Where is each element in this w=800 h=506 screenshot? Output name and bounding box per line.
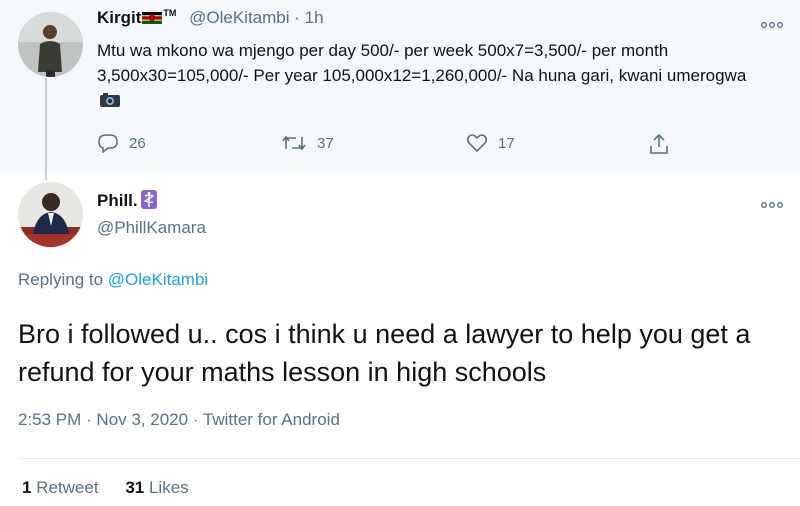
parent-header: Kirgit TM @OleKitambi · 1h xyxy=(97,8,324,28)
medical-symbol-icon xyxy=(140,190,157,209)
kenya-flag-icon xyxy=(142,9,163,24)
parent-more-icon[interactable] xyxy=(760,17,784,28)
parent-display-name[interactable]: Kirgit xyxy=(97,8,141,27)
replying-prefix: Replying to xyxy=(18,270,104,289)
retweet-icon xyxy=(282,135,306,151)
retweet-count: 37 xyxy=(317,134,334,152)
tweet-timestamp[interactable]: 2:53 PM · Nov 3, 2020 · Twitter for Andr… xyxy=(18,410,340,430)
heart-icon xyxy=(466,134,488,153)
likes-stat[interactable]: 31 Likes xyxy=(125,478,188,497)
like-total: 31 xyxy=(125,478,145,497)
share-button[interactable] xyxy=(648,133,680,155)
like-button[interactable]: 17 xyxy=(466,133,515,153)
retweet-total: 1 xyxy=(22,478,32,497)
thread-connector-line xyxy=(45,78,47,180)
main-display-name-row: Phill. xyxy=(97,190,157,211)
trademark-label: TM xyxy=(163,8,177,18)
reply-button[interactable]: 26 xyxy=(97,133,146,153)
reply-icon xyxy=(98,134,118,153)
share-icon xyxy=(650,133,668,154)
parent-text-body: Mtu wa mkono wa mjengo per day 500/- per… xyxy=(97,41,747,85)
reply-count: 26 xyxy=(129,134,146,152)
parent-tweet[interactable]: Kirgit TM @OleKitambi · 1h Mtu wa mkono w… xyxy=(0,0,800,170)
retweet-button[interactable]: 37 xyxy=(281,133,334,153)
parent-tweet-text: Mtu wa mkono wa mjengo per day 500/- per… xyxy=(97,38,767,113)
divider xyxy=(18,458,800,459)
engagement-stats: 1 Retweet 31 Likes xyxy=(22,478,189,498)
parent-avatar[interactable] xyxy=(18,12,83,77)
replying-handle-link[interactable]: @OleKitambi xyxy=(108,270,208,289)
like-label: Likes xyxy=(148,478,189,497)
retweet-label: Retweet xyxy=(36,478,99,497)
main-handle[interactable]: @PhillKamara xyxy=(97,218,206,238)
camera-icon xyxy=(99,90,121,107)
like-count: 17 xyxy=(498,134,515,152)
main-display-name[interactable]: Phill. xyxy=(97,191,138,210)
retweets-stat[interactable]: 1 Retweet xyxy=(22,478,99,497)
main-avatar[interactable] xyxy=(18,182,83,247)
main-more-icon[interactable] xyxy=(760,197,784,208)
parent-time[interactable]: · 1h xyxy=(294,8,323,27)
replying-to: Replying to @OleKitambi xyxy=(18,270,208,290)
parent-handle[interactable]: @OleKitambi xyxy=(189,8,289,27)
main-tweet-text: Bro i followed u.. cos i think u need a … xyxy=(18,319,751,387)
